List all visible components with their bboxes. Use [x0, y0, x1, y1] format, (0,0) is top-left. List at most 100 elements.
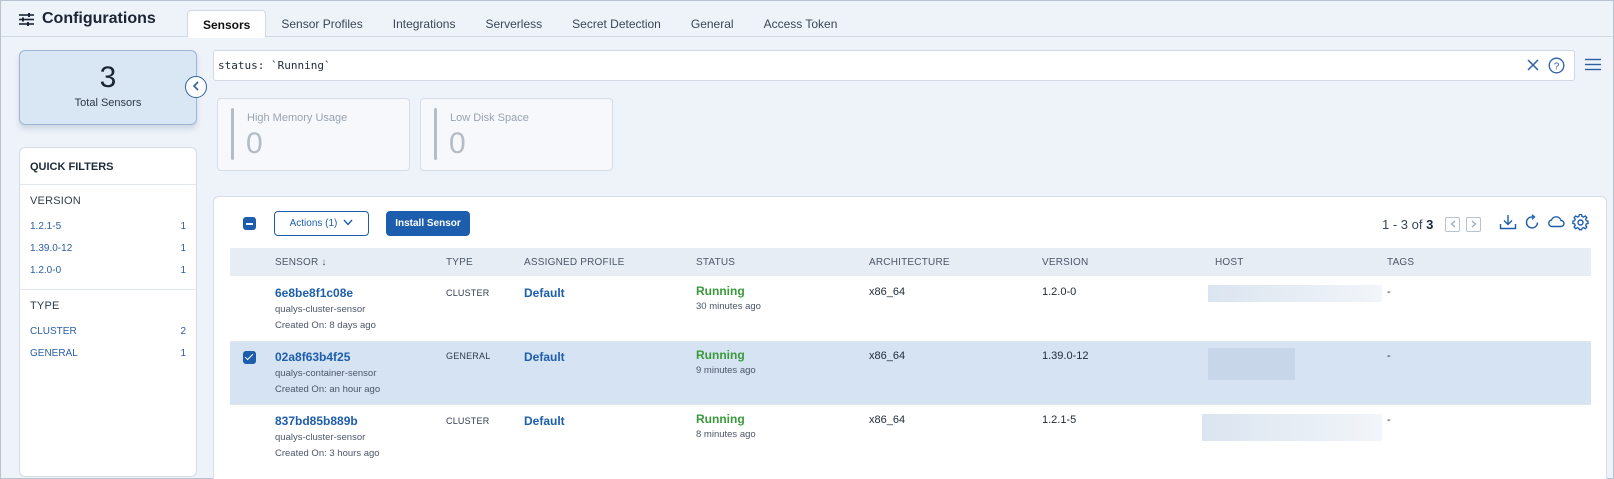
gear-icon[interactable] [1572, 213, 1590, 234]
architecture: x86_64 [869, 350, 906, 362]
tab-general[interactable]: General [676, 10, 749, 38]
sensor-created: Created On: 3 hours ago [275, 448, 380, 459]
sensor-name: qualys-container-sensor [275, 368, 377, 379]
tab-secret-detection[interactable]: Secret Detection [557, 10, 676, 38]
column-header-version[interactable]: VERSION [1042, 257, 1088, 268]
top-bar: Configurations Sensors Sensor Profiles I… [1, 1, 1613, 38]
actions-dropdown-button[interactable]: Actions (1) [274, 211, 369, 236]
tags: - [1387, 414, 1391, 426]
status-time: 9 minutes ago [696, 365, 756, 376]
widget-value: 0 [246, 127, 263, 160]
status-text: Running [696, 348, 745, 362]
hamburger-menu-icon[interactable] [1585, 58, 1601, 76]
host-redacted [1208, 348, 1295, 380]
column-header-tags[interactable]: TAGS [1387, 257, 1414, 268]
low-disk-widget[interactable]: Low Disk Space 0 [420, 98, 613, 171]
table-row[interactable]: 6e8be8f1c08e qualys-cluster-sensor Creat… [230, 277, 1591, 342]
tab-sensor-profiles[interactable]: Sensor Profiles [266, 10, 377, 38]
status-time: 8 minutes ago [696, 429, 756, 440]
filter-item[interactable]: CLUSTER 2 [30, 320, 186, 342]
sensor-id-link[interactable]: 6e8be8f1c08e [275, 286, 353, 300]
download-icon[interactable] [1499, 214, 1517, 234]
column-header-profile[interactable]: ASSIGNED PROFILE [524, 257, 624, 268]
tab-bar: Sensors Sensor Profiles Integrations Ser… [187, 10, 852, 38]
sensor-created: Created On: an hour ago [275, 384, 381, 395]
cloud-icon[interactable] [1547, 214, 1565, 234]
filter-section-type: TYPE CLUSTER 2 GENERAL 1 [20, 290, 196, 372]
column-header-architecture[interactable]: ARCHITECTURE [869, 257, 950, 268]
architecture: x86_64 [869, 286, 906, 298]
table-row-selected[interactable]: 02a8f63b4f25 qualys-container-sensor Cre… [230, 342, 1591, 405]
sensor-name: qualys-cluster-sensor [275, 304, 366, 315]
sensor-id-link[interactable]: 02a8f63b4f25 [275, 350, 350, 364]
chevron-left-icon [192, 78, 200, 96]
pager-text: 1 - 3 of 3 [1382, 216, 1434, 232]
profile-link[interactable]: Default [524, 350, 565, 364]
next-page-button[interactable] [1466, 216, 1482, 232]
version: 1.2.1-5 [1042, 414, 1077, 426]
filter-heading: TYPE [30, 300, 60, 312]
quick-filters-panel: QUICK FILTERS VERSION 1.2.1-5 1 1.39.0-12… [19, 147, 197, 477]
filter-item[interactable]: GENERAL 1 [30, 342, 186, 364]
pagination: 1 - 3 of 3 [1382, 213, 1590, 234]
sensor-name: qualys-cluster-sensor [275, 432, 366, 443]
search-query[interactable]: status: `Running` [218, 59, 331, 72]
filter-section-version: VERSION 1.2.1-5 1 1.39.0-12 1 1.2.0-0 1 [20, 185, 196, 290]
table-header: SENSOR ↓ TYPE ASSIGNED PROFILE STATUS AR… [230, 248, 1591, 276]
app-title: Configurations [19, 10, 156, 28]
profile-link[interactable]: Default [524, 414, 565, 428]
refresh-icon[interactable] [1524, 214, 1540, 234]
high-memory-widget[interactable]: High Memory Usage 0 [217, 98, 410, 171]
filter-item[interactable]: 1.39.0-12 1 [30, 237, 186, 259]
sensor-type: CLUSTER [446, 416, 490, 426]
filter-heading: VERSION [30, 195, 81, 207]
architecture: x86_64 [869, 414, 906, 426]
status-text: Running [696, 412, 745, 426]
collapse-sidebar-button[interactable] [185, 76, 207, 98]
profile-link[interactable]: Default [524, 286, 565, 300]
widget-bar [434, 108, 437, 160]
status-time: 30 minutes ago [696, 301, 761, 312]
quick-filters-title: QUICK FILTERS [20, 148, 196, 185]
column-header-sensor[interactable]: SENSOR ↓ [275, 257, 327, 268]
version: 1.2.0-0 [1042, 286, 1077, 298]
page-title: Configurations [42, 10, 156, 27]
sensor-id-link[interactable]: 837bd85b889b [275, 414, 358, 428]
widget-label: Low Disk Space [450, 112, 529, 124]
total-sensors-card[interactable]: 3 Total Sensors [19, 50, 197, 125]
filter-item[interactable]: 1.2.0-0 1 [30, 259, 186, 281]
search-input[interactable]: status: `Running` ? [213, 50, 1575, 81]
widget-bar [231, 108, 234, 160]
svg-text:?: ? [1554, 61, 1560, 72]
status-text: Running [696, 284, 745, 298]
host-redacted [1202, 414, 1382, 441]
tab-serverless[interactable]: Serverless [470, 10, 557, 38]
table-tools [1499, 213, 1590, 234]
host-redacted [1208, 285, 1382, 302]
column-header-host[interactable]: HOST [1215, 257, 1244, 268]
sensor-created: Created On: 8 days ago [275, 320, 376, 331]
total-sensors-label: Total Sensors [74, 97, 142, 109]
tab-integrations[interactable]: Integrations [378, 10, 471, 38]
table-row[interactable]: 837bd85b889b qualys-cluster-sensor Creat… [230, 405, 1591, 471]
total-sensors-count: 3 [99, 61, 117, 94]
row-checkbox[interactable] [243, 351, 256, 364]
widget-value: 0 [449, 127, 466, 160]
help-icon[interactable]: ? [1548, 57, 1565, 79]
close-icon[interactable] [1526, 58, 1540, 77]
widget-label: High Memory Usage [247, 112, 348, 124]
tab-sensors[interactable]: Sensors [187, 10, 267, 38]
chevron-down-icon [343, 218, 353, 229]
column-header-type[interactable]: TYPE [446, 257, 473, 268]
sensor-type: GENERAL [446, 351, 491, 361]
tab-access-token[interactable]: Access Token [749, 10, 853, 38]
select-all-checkbox[interactable] [243, 217, 256, 230]
tags: - [1387, 286, 1391, 298]
filter-item[interactable]: 1.2.1-5 1 [30, 215, 186, 237]
version: 1.39.0-12 [1042, 350, 1089, 362]
sort-arrow-down-icon: ↓ [321, 257, 327, 268]
prev-page-button[interactable] [1445, 216, 1461, 232]
install-sensor-button[interactable]: Install Sensor [386, 211, 470, 236]
sensor-type: CLUSTER [446, 288, 490, 298]
column-header-status[interactable]: STATUS [696, 257, 735, 268]
